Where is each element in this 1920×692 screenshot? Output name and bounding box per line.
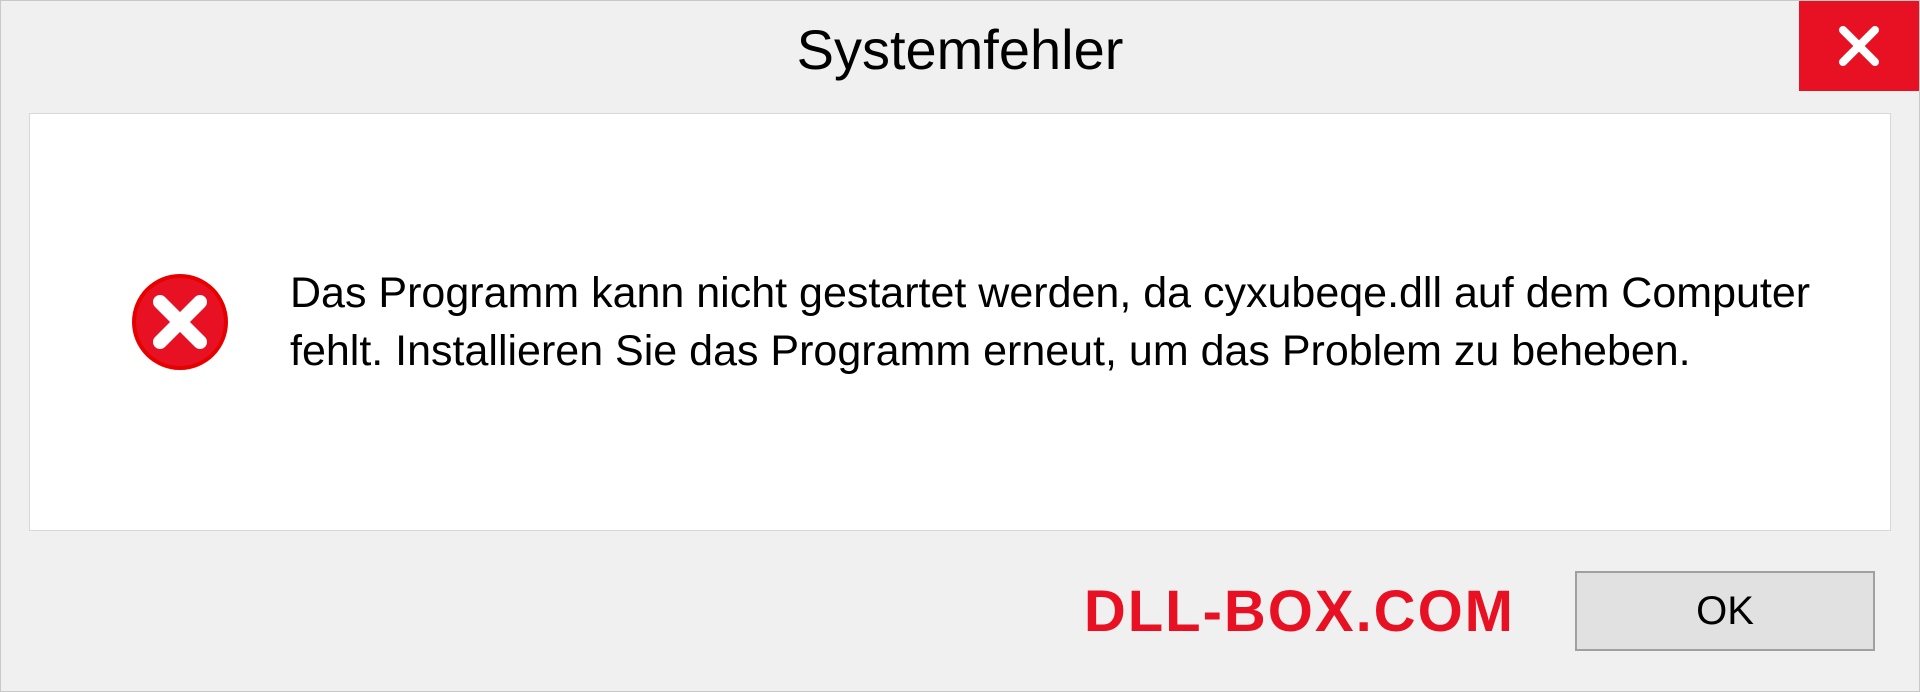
dialog-title: Systemfehler [797, 17, 1124, 82]
error-dialog: Systemfehler Das Programm kann nicht ges… [0, 0, 1920, 692]
error-icon [130, 272, 230, 372]
close-button[interactable] [1799, 1, 1919, 91]
titlebar: Systemfehler [1, 1, 1919, 97]
error-message: Das Programm kann nicht gestartet werden… [290, 264, 1830, 380]
dialog-footer: DLL-BOX.COM OK [1, 531, 1919, 691]
ok-button[interactable]: OK [1575, 571, 1875, 651]
content-panel: Das Programm kann nicht gestartet werden… [29, 113, 1891, 531]
watermark-text: DLL-BOX.COM [1084, 578, 1515, 645]
close-icon [1835, 22, 1883, 70]
